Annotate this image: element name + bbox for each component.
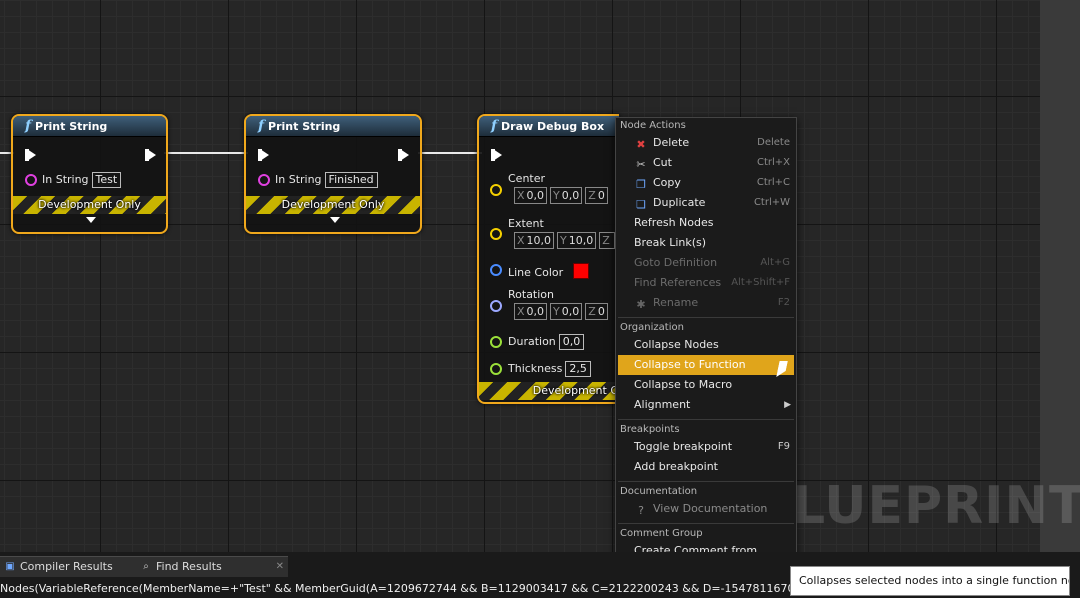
in-string-row: In String Test <box>42 172 122 188</box>
expand-arrow-icon[interactable] <box>86 217 96 223</box>
float-pin[interactable] <box>490 336 502 348</box>
menu-item-break-links[interactable]: Break Link(s) <box>618 233 794 253</box>
exec-out-pin[interactable] <box>145 149 156 161</box>
exec-wire <box>164 152 248 154</box>
menu-separator <box>618 419 794 420</box>
thickness-value[interactable]: 2,5 <box>565 361 591 377</box>
extent-label: Extent <box>508 217 544 230</box>
exec-in-pin[interactable] <box>491 149 502 161</box>
draw-debug-box-node[interactable]: f Draw Debug Box Center X 0,0 Y 0,0 Z 0 Extent… <box>477 114 619 404</box>
line-color-swatch[interactable] <box>572 263 589 279</box>
menu-item-toggle-breakpoint[interactable]: Toggle breakpoint F9 <box>618 437 794 457</box>
tab-compiler-results[interactable]: ▣Compiler Results✕ <box>0 556 150 577</box>
menu-item-view-documentation[interactable]: ? View Documentation <box>618 499 794 519</box>
section-header-organization: Organization <box>620 322 684 333</box>
vector-pin[interactable] <box>490 184 502 196</box>
node-title: f Print String <box>246 116 420 137</box>
close-icon[interactable]: ✕ <box>276 557 284 577</box>
duration-value[interactable]: 0,0 <box>558 334 585 350</box>
compiler-icon: ▣ <box>5 561 15 572</box>
menu-item-collapse-to-function[interactable]: Collapse to Function <box>618 355 794 375</box>
print-string-node[interactable]: f Print String In String Finished Developm… <box>244 114 422 234</box>
rotation-vector[interactable]: X 0,0 Y 0,0 Z 0 <box>514 303 611 320</box>
string-pin[interactable] <box>258 174 270 186</box>
menu-item-goto-definition[interactable]: Goto Definition Alt+G <box>618 253 794 273</box>
right-panel-edge <box>1040 0 1080 552</box>
context-menu: Node Actions ✖ Delete Delete ✂ Cut Ctrl+X ❐ C… <box>615 117 797 577</box>
string-pin[interactable] <box>25 174 37 186</box>
tooltip: Collapses selected nodes into a single f… <box>790 566 1070 596</box>
vector-pin[interactable] <box>490 228 502 240</box>
rename-icon: ✱ <box>636 298 646 311</box>
menu-item-duplicate[interactable]: ❏ Duplicate Ctrl+W <box>618 193 794 213</box>
menu-separator <box>618 317 794 318</box>
exec-in-pin[interactable] <box>258 149 269 161</box>
node-title: f Print String <box>13 116 166 137</box>
center-vector[interactable]: X 0,0 Y 0,0 Z 0 <box>514 187 611 204</box>
scissors-icon: ✂ <box>636 158 646 171</box>
in-string-value[interactable]: Finished <box>324 172 378 188</box>
submenu-arrow-icon: ▶ <box>784 400 791 410</box>
development-only-banner: Development Only <box>246 196 420 214</box>
function-icon: f <box>25 118 32 134</box>
section-header-node-actions: Node Actions <box>620 120 686 131</box>
print-string-node[interactable]: f Print String In String Test Development … <box>11 114 168 234</box>
exec-out-pin[interactable] <box>398 149 409 161</box>
menu-item-find-references[interactable]: Find References Alt+Shift+F <box>618 273 794 293</box>
menu-item-rename[interactable]: ✱ Rename F2 <box>618 293 794 313</box>
development-only-banner: Development Only <box>13 196 166 214</box>
node-title: f Draw Debug Box <box>479 116 619 137</box>
in-string-row: In String Finished <box>275 172 378 188</box>
thickness-row: Thickness 2,5 <box>508 361 591 377</box>
rotation-label: Rotation <box>508 288 555 301</box>
menu-item-refresh-nodes[interactable]: Refresh Nodes <box>618 213 794 233</box>
exec-in-pin[interactable] <box>25 149 36 161</box>
section-header-documentation: Documentation <box>620 486 698 497</box>
exec-wire <box>418 152 482 154</box>
section-header-breakpoints: Breakpoints <box>620 424 680 435</box>
section-header-comment-group: Comment Group <box>620 528 703 539</box>
float-pin[interactable] <box>490 363 502 375</box>
rotator-pin[interactable] <box>490 300 502 312</box>
menu-separator <box>618 481 794 482</box>
development-only-banner: Development O <box>479 382 619 400</box>
menu-item-collapse-to-macro[interactable]: Collapse to Macro <box>618 375 794 395</box>
expand-arrow-icon[interactable] <box>330 217 340 223</box>
menu-item-copy[interactable]: ❐ Copy Ctrl+C <box>618 173 794 193</box>
copy-icon: ❐ <box>636 178 646 191</box>
in-string-value[interactable]: Test <box>91 172 122 188</box>
line-color-row: Line Color <box>508 263 589 279</box>
center-label: Center <box>508 172 546 185</box>
extent-vector[interactable]: X 10,0 Y 10,0 Z <box>514 232 618 249</box>
menu-item-add-breakpoint[interactable]: Add breakpoint <box>618 457 794 477</box>
menu-separator <box>618 523 794 524</box>
function-icon: f <box>258 118 265 134</box>
find-results-query: Nodes(VariableReference(MemberName=+"Tes… <box>0 582 904 595</box>
help-icon: ? <box>638 504 644 517</box>
menu-item-cut[interactable]: ✂ Cut Ctrl+X <box>618 153 794 173</box>
duplicate-icon: ❏ <box>636 198 646 211</box>
menu-item-alignment[interactable]: Alignment ▶ <box>618 395 794 415</box>
duration-row: Duration 0,0 <box>508 334 585 350</box>
menu-item-collapse-nodes[interactable]: Collapse Nodes <box>618 335 794 355</box>
menu-item-delete[interactable]: ✖ Delete Delete <box>618 133 794 153</box>
blueprint-watermark: LUEPRINT <box>792 476 1080 536</box>
function-icon: f <box>491 118 498 134</box>
color-pin[interactable] <box>490 264 502 276</box>
delete-icon: ✖ <box>636 138 646 151</box>
tab-find-results[interactable]: ⌕ Find Results ✕ <box>136 556 288 577</box>
search-icon: ⌕ <box>143 561 149 572</box>
